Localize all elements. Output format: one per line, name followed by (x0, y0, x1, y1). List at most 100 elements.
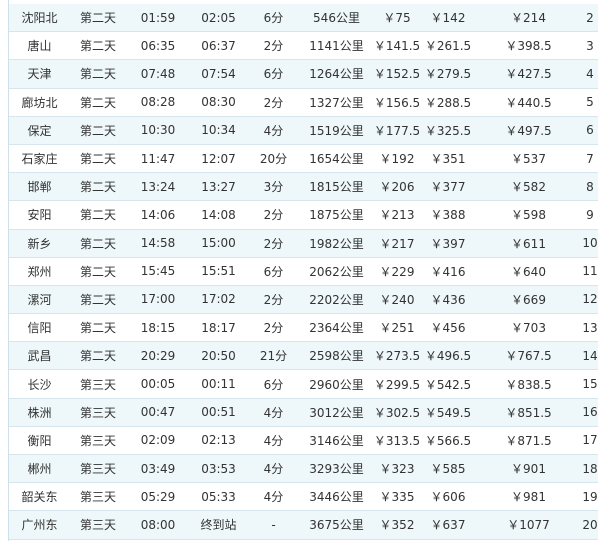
fare-soft-sleeper-cell: ￥851.5 (475, 398, 582, 427)
departure-time-cell: 00:11 (190, 369, 247, 399)
distance-cell: 546公里 (300, 4, 373, 33)
travel-day-cell: 第二天 (70, 229, 126, 258)
fare-hard-seat-cell: ￥302.5 (373, 398, 421, 427)
station-name-cell: 沈阳北 (9, 4, 70, 33)
stop-number-cell: 17 (582, 426, 598, 456)
fare-hard-seat-cell: ￥156.5 (373, 88, 421, 117)
arrival-time-cell: 14:06 (126, 200, 190, 230)
fare-soft-sleeper-cell: ￥497.5 (475, 116, 582, 145)
stop-number-cell: 8 (582, 172, 598, 202)
fare-soft-sleeper-cell: ￥582 (475, 172, 582, 202)
travel-day-cell: 第二天 (70, 144, 126, 174)
stop-number-cell: 9 (582, 200, 598, 230)
fare-soft-sleeper-cell: ￥669 (475, 285, 582, 315)
table-row: 郑州 第二天 15:45 15:51 6分 2062公里 ￥229 ￥416 ￥640 11 (9, 257, 598, 286)
distance-cell: 3293公里 (300, 454, 373, 484)
distance-cell: 1654公里 (300, 144, 373, 174)
stop-number-cell: 16 (582, 398, 598, 427)
arrival-time-cell: 15:45 (126, 257, 190, 286)
stop-duration-cell: 4分 (247, 454, 300, 484)
fare-hard-seat-cell: ￥141.5 (373, 31, 421, 61)
fare-hard-seat-cell: ￥206 (373, 172, 421, 202)
stop-number-cell: 4 (582, 59, 598, 89)
travel-day-cell: 第二天 (70, 172, 126, 202)
stop-duration-cell: 2分 (247, 200, 300, 230)
arrival-time-cell: 17:00 (126, 285, 190, 315)
station-name-cell: 韶关东 (9, 482, 70, 512)
stop-number-cell: 20 (582, 510, 598, 540)
arrival-time-cell: 07:48 (126, 59, 190, 89)
stop-number-cell: 14 (582, 341, 598, 371)
stop-duration-cell: 4分 (247, 398, 300, 427)
arrival-time-cell: 01:59 (126, 4, 190, 33)
fare-soft-sleeper-cell: ￥1077 (475, 510, 582, 540)
travel-day-cell: 第三天 (70, 454, 126, 484)
travel-day-cell: 第二天 (70, 257, 126, 286)
stop-duration-cell: - (247, 510, 300, 540)
fare-hard-seat-cell: ￥323 (373, 454, 421, 484)
departure-time-cell: 15:51 (190, 257, 247, 286)
table-row: 唐山 第二天 06:35 06:37 2分 1141公里 ￥141.5 ￥261.5 ￥398.… (9, 31, 598, 61)
fare-hard-sleeper-cell: ￥325.5 (421, 116, 475, 145)
stop-duration-cell: 6分 (247, 369, 300, 399)
fare-soft-sleeper-cell: ￥838.5 (475, 369, 582, 399)
fare-soft-sleeper-cell: ￥398.5 (475, 31, 582, 61)
stop-duration-cell: 6分 (247, 257, 300, 286)
distance-cell: 3675公里 (300, 510, 373, 540)
fare-hard-seat-cell: ￥352 (373, 510, 421, 540)
fare-soft-sleeper-cell: ￥640 (475, 257, 582, 286)
departure-time-cell: 08:30 (190, 88, 247, 117)
table-row: 漯河 第二天 17:00 17:02 2分 2202公里 ￥240 ￥436 ￥669 12 (9, 285, 598, 315)
fare-soft-sleeper-cell: ￥871.5 (475, 426, 582, 456)
station-name-cell: 长沙 (9, 369, 70, 399)
stop-duration-cell: 4分 (247, 426, 300, 456)
fare-soft-sleeper-cell: ￥981 (475, 482, 582, 512)
arrival-time-cell: 00:47 (126, 398, 190, 427)
fare-hard-sleeper-cell: ￥279.5 (421, 59, 475, 89)
arrival-time-cell: 10:30 (126, 116, 190, 145)
fare-soft-sleeper-cell: ￥901 (475, 454, 582, 484)
fare-hard-sleeper-cell: ￥436 (421, 285, 475, 315)
departure-time-cell: 00:51 (190, 398, 247, 427)
stop-duration-cell: 20分 (247, 144, 300, 174)
arrival-time-cell: 03:49 (126, 454, 190, 484)
stop-duration-cell: 3分 (247, 172, 300, 202)
distance-cell: 2364公里 (300, 313, 373, 343)
table-row: 天津 第二天 07:48 07:54 6分 1264公里 ￥152.5 ￥279.5 ￥427.… (9, 59, 598, 89)
station-name-cell: 唐山 (9, 31, 70, 61)
departure-time-cell: 13:27 (190, 172, 247, 202)
fare-hard-seat-cell: ￥229 (373, 257, 421, 286)
stop-number-cell: 12 (582, 285, 598, 315)
fare-soft-sleeper-cell: ￥537 (475, 144, 582, 174)
fare-soft-sleeper-cell: ￥611 (475, 229, 582, 258)
stop-number-cell: 18 (582, 454, 598, 484)
stop-number-cell: 11 (582, 257, 598, 286)
fare-hard-sleeper-cell: ￥288.5 (421, 88, 475, 117)
table-row: 长沙 第三天 00:05 00:11 6分 2960公里 ￥299.5 ￥542.5 ￥838.… (9, 369, 598, 399)
station-name-cell: 广州东 (9, 510, 70, 540)
station-name-cell: 安阳 (9, 200, 70, 230)
fare-soft-sleeper-cell: ￥214 (475, 4, 582, 33)
fare-hard-sleeper-cell: ￥416 (421, 257, 475, 286)
distance-cell: 1815公里 (300, 172, 373, 202)
arrival-time-cell: 05:29 (126, 482, 190, 512)
travel-day-cell: 第三天 (70, 369, 126, 399)
stop-duration-cell: 2分 (247, 229, 300, 258)
stop-number-cell: 3 (582, 31, 598, 61)
arrival-time-cell: 20:29 (126, 341, 190, 371)
stop-duration-cell: 21分 (247, 341, 300, 371)
stop-number-cell: 10 (582, 229, 598, 258)
fare-hard-seat-cell: ￥217 (373, 229, 421, 258)
travel-day-cell: 第三天 (70, 510, 126, 540)
travel-day-cell: 第二天 (70, 88, 126, 117)
distance-cell: 3012公里 (300, 398, 373, 427)
departure-time-cell: 10:34 (190, 116, 247, 145)
departure-time-cell: 02:05 (190, 4, 247, 33)
travel-day-cell: 第三天 (70, 482, 126, 512)
table-row: 郴州 第三天 03:49 03:53 4分 3293公里 ￥323 ￥585 ￥901 18 (9, 454, 598, 484)
station-name-cell: 保定 (9, 116, 70, 145)
table-row: 新乡 第二天 14:58 15:00 2分 1982公里 ￥217 ￥397 ￥611 10 (9, 229, 598, 258)
departure-time-cell: 20:50 (190, 341, 247, 371)
travel-day-cell: 第二天 (70, 200, 126, 230)
distance-cell: 2598公里 (300, 341, 373, 371)
